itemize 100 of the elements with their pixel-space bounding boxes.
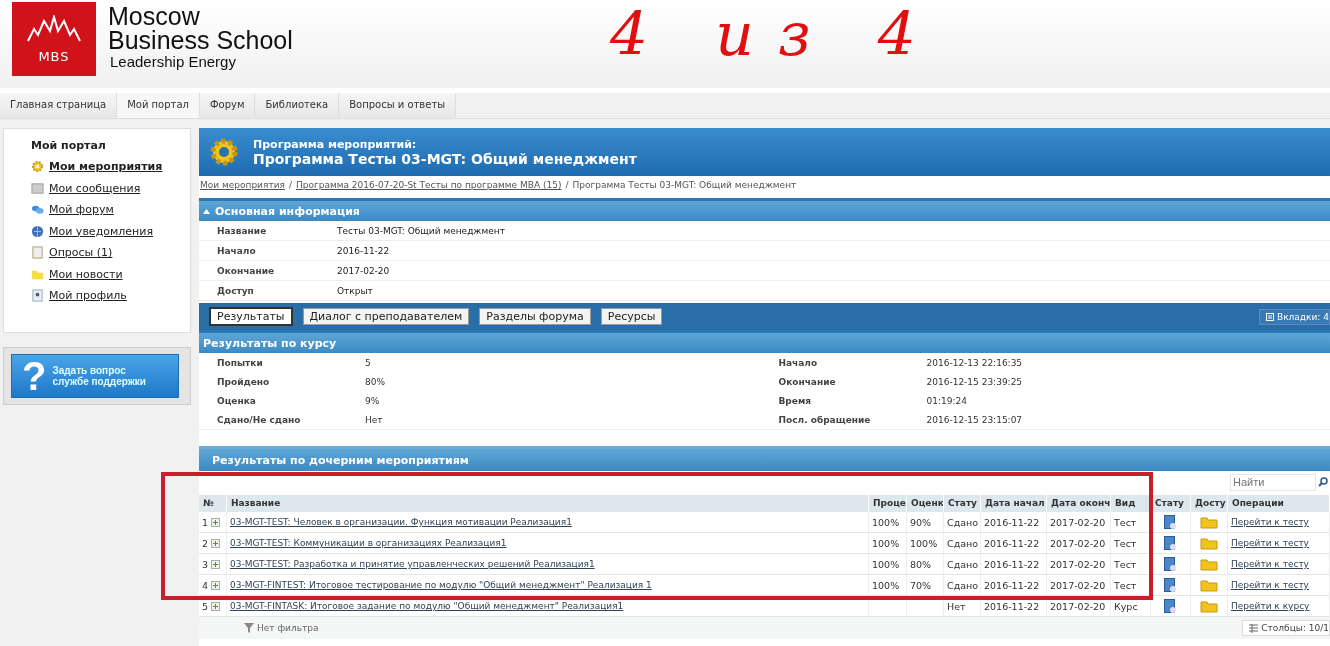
tab[interactable]: Разделы форума <box>479 308 591 325</box>
row-title-link[interactable]: 03-MGT-FINTASK: Итоговое задание по модулю "Общий менеджмент" Реализация1 <box>230 601 624 611</box>
document-icon[interactable] <box>1164 556 1177 572</box>
row-title-link[interactable]: 03-MGT-TEST: Коммуникации в организациях Реализация1 <box>230 538 507 548</box>
field-value: 2016-11-22 <box>337 245 390 256</box>
table-cell: 2016-11-22 <box>984 579 1040 591</box>
field-value: 80% <box>365 376 385 387</box>
brand-tagline: Leadership Energy <box>109 52 237 72</box>
table-cell: 80% <box>910 558 932 570</box>
expand-icon[interactable] <box>211 538 221 548</box>
sidebar-link[interactable]: Мой форум <box>49 203 114 217</box>
expand-icon[interactable] <box>211 559 221 569</box>
row-action-link[interactable]: Перейти к тесту <box>1231 538 1309 548</box>
sidebar-title: Мой портал <box>31 139 107 152</box>
field-label: Посл. обращение <box>778 414 872 425</box>
row-action-link[interactable]: Перейти к курсу <box>1231 601 1310 611</box>
row-action-link[interactable]: Перейти к тесту <box>1231 517 1309 527</box>
logo-text: MBS <box>38 48 70 64</box>
row-number: 5 <box>202 600 209 612</box>
column-header[interactable]: Оценк <box>907 495 944 512</box>
sidebar-link[interactable]: Мои сообщения <box>49 181 141 195</box>
folder-icon[interactable] <box>1200 515 1218 529</box>
column-header[interactable]: № <box>199 495 227 512</box>
document-icon[interactable] <box>1164 577 1177 593</box>
columns-button[interactable]: Столбцы: 10/1 <box>1242 620 1330 636</box>
row-title-link[interactable]: 03-MGT-FINTEST: Итоговое тестирование по модулю "Общий менеджмент" Реализация 1 <box>230 580 652 590</box>
nav-tab[interactable]: Мой портал <box>117 93 200 118</box>
table-cell: Тест <box>1114 558 1137 570</box>
folder-icon[interactable] <box>1200 536 1218 550</box>
field-label: Начало <box>778 357 819 368</box>
field-label: Сдано/Не сдано <box>217 414 302 425</box>
breadcrumb-link[interactable]: Программа 2016-07-20-St Тесты по программе MBA (15) <box>295 180 562 198</box>
field-label: Окончание <box>217 265 276 276</box>
field-value: 2016-12-15 23:39:25 <box>926 376 1023 387</box>
field-label: Окончание <box>778 376 837 387</box>
table-cell: 2016-11-22 <box>984 537 1040 549</box>
expand-icon[interactable] <box>211 601 221 611</box>
field-label: Попытки <box>217 357 264 368</box>
field-value: 01:19:24 <box>926 395 967 406</box>
row-number: 2 <box>202 537 209 549</box>
document-icon[interactable] <box>1164 535 1177 551</box>
sidebar-link[interactable]: Мои уведомления <box>49 224 154 238</box>
field-value: 2017-02-20 <box>337 265 390 276</box>
table-cell: Тест <box>1114 579 1137 591</box>
field-value: 2016-12-15 23:15:07 <box>926 414 1023 425</box>
filter-button[interactable]: Нет фильтра <box>244 623 319 633</box>
tab[interactable]: Результаты <box>209 307 293 326</box>
tab[interactable]: Диалог с преподавателем <box>302 308 470 325</box>
folder-icon[interactable] <box>1200 557 1218 571</box>
search-field[interactable]: Найти <box>1230 473 1316 491</box>
row-title-link[interactable]: 03-MGT-TEST: Человек в организации. Функция мотивации Реализация1 <box>230 517 572 527</box>
column-header[interactable]: Стату <box>1151 495 1191 512</box>
tabs-counter-button[interactable]: Вкладки: 4 <box>1259 308 1330 325</box>
folder-icon[interactable] <box>1200 599 1218 613</box>
field-label: Оценка <box>217 395 257 406</box>
expand-icon[interactable] <box>211 580 221 590</box>
column-header[interactable]: Дата оконч <box>1047 495 1111 512</box>
column-header[interactable]: Операции <box>1228 495 1330 512</box>
table-cell: Сдано <box>947 579 979 591</box>
column-header[interactable]: Стату <box>944 495 981 512</box>
table-cell: 2016-11-22 <box>984 558 1040 570</box>
column-header[interactable]: Досту <box>1191 495 1228 512</box>
field-label: Пройдено <box>217 376 271 387</box>
table-cell: Тест <box>1114 516 1137 528</box>
table-cell: Сдано <box>947 558 979 570</box>
column-header[interactable]: Дата начал <box>981 495 1047 512</box>
sidebar-link[interactable]: Опросы (1) <box>49 246 113 260</box>
gear-icon <box>209 137 239 167</box>
document-icon[interactable] <box>1164 598 1177 614</box>
nav-tab[interactable]: Форум <box>199 93 256 118</box>
row-action-link[interactable]: Перейти к тесту <box>1231 559 1309 569</box>
expand-icon[interactable] <box>211 517 221 527</box>
breadcrumb-separator: / <box>565 180 569 192</box>
table-cell: Нет <box>947 600 966 612</box>
row-action-link[interactable]: Перейти к тесту <box>1231 580 1309 590</box>
column-header[interactable]: Проце <box>869 495 907 512</box>
sidebar-link[interactable]: Мои новости <box>49 267 123 281</box>
sidebar-link[interactable]: Мои мероприятия <box>49 160 163 174</box>
field-label: Время <box>778 395 813 406</box>
section-title: Основная информация <box>215 204 360 218</box>
column-header[interactable]: Название <box>227 495 869 512</box>
field-value: Открыт <box>337 285 373 296</box>
nav-tab[interactable]: Вопросы и ответы <box>339 93 457 118</box>
breadcrumb-current: Программа Тесты 03-MGT: Общий менеджмент <box>572 180 797 192</box>
table-cell: 100% <box>872 516 900 528</box>
breadcrumb-link[interactable]: Мои мероприятия <box>200 180 285 198</box>
table-cell: 2017-02-20 <box>1050 516 1106 528</box>
nav-tab[interactable]: Библиотека <box>255 93 340 118</box>
folder-icon[interactable] <box>1200 578 1218 592</box>
profile-icon <box>31 289 44 303</box>
tab[interactable]: Ресурсы <box>600 308 663 325</box>
column-header[interactable]: Вид <box>1111 495 1151 512</box>
nav-tab[interactable]: Главная страница <box>0 93 118 118</box>
row-title-link[interactable]: 03-MGT-TEST: Разработка и принятие управленческих решений Реализация1 <box>230 559 595 569</box>
document-icon[interactable] <box>1164 514 1177 530</box>
field-value: Тесты 03-MGT: Общий менеджмент <box>337 225 505 236</box>
field-label: Начало <box>217 245 257 256</box>
funnel-icon <box>244 623 254 633</box>
table-cell: 2017-02-20 <box>1050 537 1106 549</box>
sidebar-link[interactable]: Мой профиль <box>49 289 127 303</box>
